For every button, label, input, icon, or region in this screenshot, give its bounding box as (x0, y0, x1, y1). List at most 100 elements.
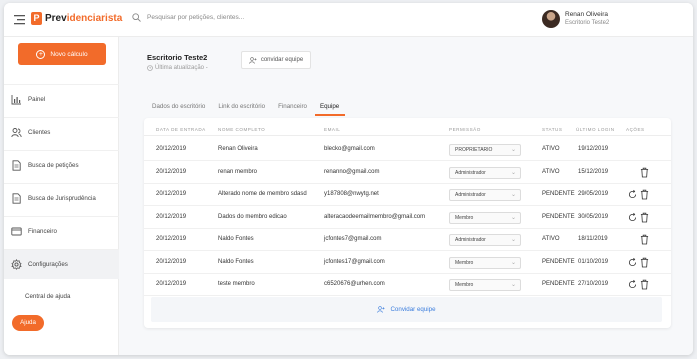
user-office: Escritorio Teste2 (565, 20, 610, 26)
sidebar-item-financeiro[interactable]: Financeiro (4, 216, 119, 246)
logo[interactable]: P Previdenciarista (31, 12, 122, 25)
trash-icon[interactable] (640, 279, 650, 291)
entry-date: 20/12/2019 (156, 146, 187, 152)
entry-date: 20/12/2019 (156, 168, 187, 175)
trash-icon[interactable] (640, 189, 650, 201)
invite-team-button[interactable]: convidar equipe (241, 51, 311, 69)
users-icon (11, 128, 22, 138)
permission-select[interactable]: Administrador ⌄ (449, 166, 521, 179)
chevron-down-icon: ⌄ (510, 147, 516, 153)
chevron-down-icon: ⌄ (510, 237, 516, 243)
sidebar-item-configuracoes[interactable]: Configurações (4, 249, 119, 279)
trash-icon[interactable] (640, 257, 650, 269)
permission-select[interactable]: Administrador ⌄ (449, 189, 521, 201)
member-email: blecko@gmail.com (324, 146, 375, 152)
last-update: Última atualização - (147, 65, 208, 71)
resend-icon[interactable] (628, 257, 638, 269)
status-badge: ATIVO (542, 236, 560, 242)
member-name: Dados do membro edicao (218, 213, 287, 220)
tab-dados-escritorio[interactable]: Dados do escritório (147, 103, 211, 116)
last-login: 18/11/2019 (578, 236, 608, 242)
team-table-card: DATA DE ENTRADA NOME COMPLETO EMAIL PERM… (144, 118, 671, 328)
user-name: Renan Oliveira (565, 11, 608, 18)
chevron-down-icon: ⌄ (510, 282, 516, 288)
column-header: AÇÕES (626, 127, 645, 132)
trash-icon[interactable] (640, 212, 650, 224)
status-badge: ATIVO (542, 168, 560, 175)
table-row: 20/12/2019 Alterado nome de membro sdasd y… (144, 184, 671, 206)
permission-value: Membro (455, 259, 474, 266)
table-header: DATA DE ENTRADA NOME COMPLETO EMAIL PERM… (144, 124, 671, 136)
sidebar-item-busca-peticoes[interactable]: Busca de petições (4, 150, 119, 180)
avatar[interactable] (542, 10, 560, 28)
member-name: Renan Oliveira (218, 146, 258, 152)
chart-icon (11, 95, 21, 105)
resend-icon[interactable] (628, 189, 638, 201)
resend-icon[interactable] (628, 212, 638, 224)
search-icon (132, 13, 141, 22)
help-center-link[interactable]: Central de ajuda (25, 293, 70, 300)
permission-select[interactable]: Membro ⌄ (449, 211, 521, 224)
trash-icon[interactable] (640, 167, 650, 179)
main-content: Escritorio Teste2 Última atualização - c… (119, 37, 693, 355)
resend-icon[interactable] (628, 279, 638, 291)
clock-icon (147, 65, 153, 71)
plus-icon: + (36, 49, 46, 59)
member-email: renanno@gmail.com (324, 168, 380, 175)
tab-link-escritorio[interactable]: Link do escritório (213, 103, 271, 116)
column-header: PERMISSÃO (449, 127, 481, 132)
entry-date: 20/12/2019 (156, 258, 187, 265)
tabs: Dados do escritório Link do escritório F… (147, 103, 347, 116)
logo-icon: P (31, 12, 42, 25)
last-login: 30/05/2019 (578, 213, 609, 220)
sidebar-item-busca-jurisprudencia[interactable]: Busca de Jurisprudência (4, 183, 119, 213)
status-badge: PENDENTE (542, 213, 575, 220)
add-user-icon (249, 56, 257, 64)
permission-select[interactable]: Membro ⌄ (449, 279, 521, 291)
search-input[interactable]: Pesquisar por petições, clientes... (147, 14, 244, 21)
permission-value: Membro (455, 214, 474, 221)
entry-date: 20/12/2019 (156, 191, 187, 197)
member-email: jcfontes17@gmail.com (324, 258, 385, 265)
sidebar-item-painel[interactable]: Painel (4, 84, 119, 114)
menu-icon[interactable] (14, 14, 25, 25)
member-name: Alterado nome de membro sdasd (218, 191, 307, 197)
tab-equipe[interactable]: Equipe (314, 103, 346, 116)
permission-select[interactable]: Administrador ⌄ (449, 234, 521, 246)
status-badge: PENDENTE (542, 258, 575, 265)
chevron-down-icon: ⌄ (510, 259, 516, 266)
sidebar-item-clientes[interactable]: Clientes (4, 117, 119, 147)
user-menu[interactable]: Renan Oliveira Escritorio Teste2 (542, 10, 609, 28)
permission-value: Administrador (455, 169, 486, 176)
permission-select[interactable]: Membro ⌄ (449, 256, 521, 269)
chevron-down-icon: ⌄ (510, 192, 516, 198)
entry-date: 20/12/2019 (156, 236, 187, 242)
card-icon (11, 227, 22, 236)
permission-select[interactable]: PROPRIETARIO ⌄ (449, 144, 521, 156)
table-row: 20/12/2019 renan membro renanno@gmail.com A… (144, 162, 671, 184)
gear-icon (11, 259, 22, 270)
table-row: 20/12/2019 teste membro c6520676@urhen.com… (144, 274, 671, 296)
member-email: jcfontes7@gmail.com (324, 236, 382, 242)
search-bar[interactable]: Pesquisar por petições, clientes... (132, 13, 244, 22)
help-button[interactable]: Ajuda (12, 315, 44, 331)
table-row: 20/12/2019 Naldo Fontes jcfontes7@gmail.co… (144, 229, 671, 251)
permission-value: Administrador (455, 192, 486, 198)
column-header: ÚLTIMO LOGIN (576, 127, 615, 132)
tab-financeiro[interactable]: Financeiro (273, 103, 313, 116)
permission-value: Membro (455, 282, 474, 288)
chevron-down-icon: ⌄ (510, 169, 516, 176)
member-email: y187808@nwytg.net (324, 191, 379, 197)
member-name: renan membro (218, 168, 258, 175)
app-window: P Previdenciarista Pesquisar por petiçõe… (4, 3, 693, 355)
trash-icon[interactable] (640, 234, 650, 246)
sidebar: + Novo cálculo Painel Clientes Busca de … (4, 37, 119, 355)
last-login: 29/05/2019 (578, 191, 609, 197)
entry-date: 20/12/2019 (156, 213, 187, 220)
permission-value: Administrador (455, 237, 486, 243)
last-login: 19/12/2019 (578, 146, 609, 152)
new-calculation-button[interactable]: + Novo cálculo (18, 43, 106, 65)
status-badge: ATIVO (542, 146, 560, 152)
entry-date: 20/12/2019 (156, 281, 187, 287)
invite-team-row-button[interactable]: Convidar equipe (151, 297, 662, 322)
